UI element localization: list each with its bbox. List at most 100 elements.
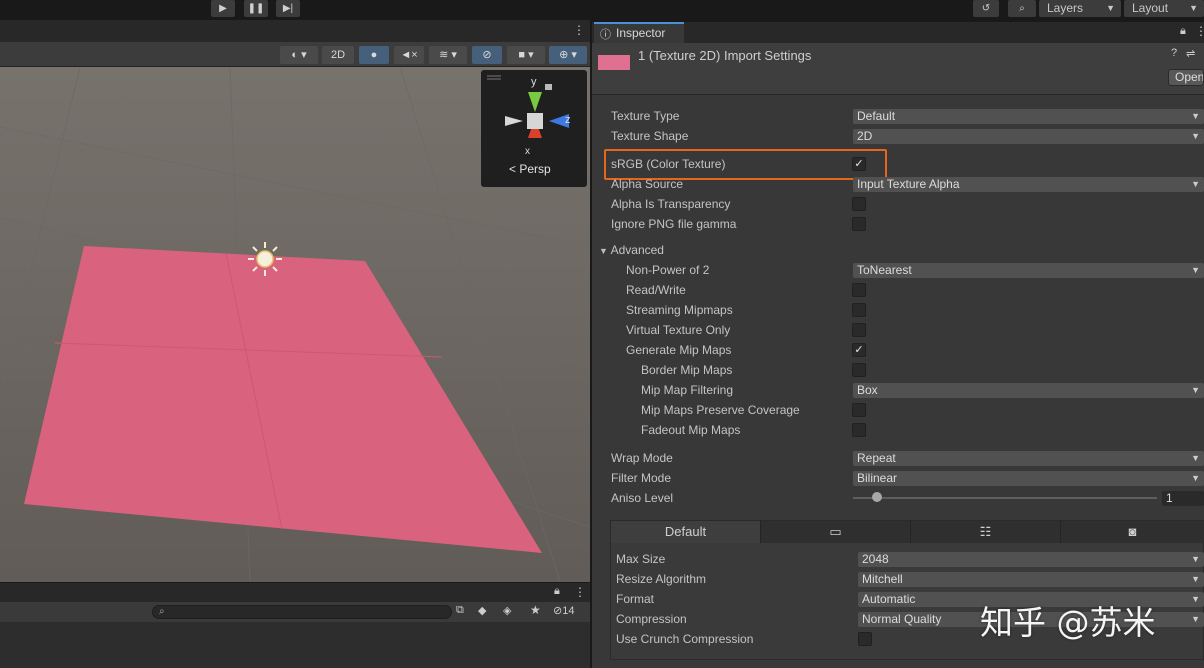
- lighting-toggle[interactable]: ●: [359, 46, 389, 64]
- preserve-coverage-checkbox[interactable]: [852, 403, 866, 417]
- more-icon[interactable]: ⋮: [573, 23, 585, 37]
- sun-icon: [248, 242, 282, 276]
- chevron-down-icon: ▼: [1191, 554, 1200, 564]
- chevron-down-icon: ▼: [1191, 453, 1200, 463]
- audio-toggle[interactable]: ◄×: [394, 46, 424, 64]
- advanced-foldout[interactable]: ▼ Advanced: [599, 243, 664, 257]
- shading-mode-dropdown[interactable]: ◐ ▾: [280, 46, 318, 64]
- more-icon[interactable]: ⋮: [1195, 24, 1204, 38]
- preset-icon[interactable]: ⇌: [1186, 47, 1195, 60]
- pause-icon: ❚❚: [247, 3, 265, 14]
- play-button[interactable]: ▶: [211, 0, 235, 17]
- format-label: Format: [616, 592, 655, 606]
- tab-android-platform[interactable]: ◙: [1061, 521, 1204, 543]
- alpha-transparency-label: Alpha Is Transparency: [611, 197, 731, 211]
- hidden-count-label: 14: [562, 605, 575, 617]
- lock-icon[interactable]: 🔒︎: [1180, 25, 1186, 38]
- more-icon[interactable]: ⋮: [574, 585, 586, 599]
- fadeout-mipmaps-checkbox[interactable]: [852, 423, 866, 437]
- tab-inspector-label: Inspector: [616, 26, 666, 40]
- effects-dropdown[interactable]: ≋ ▾: [429, 46, 467, 64]
- favorite-star-icon[interactable]: ★: [530, 603, 541, 617]
- border-mipmaps-label: Border Mip Maps: [641, 363, 733, 377]
- lock-icon[interactable]: 🔒︎: [554, 585, 560, 598]
- open-button[interactable]: Open: [1168, 69, 1204, 86]
- alpha-source-dropdown[interactable]: Input Texture Alpha ▼: [853, 177, 1204, 192]
- chevron-down-icon: ▼: [1191, 111, 1200, 121]
- project-search-input[interactable]: ⌕: [152, 605, 452, 619]
- texture-shape-value: 2D: [857, 129, 873, 143]
- texture-type-dropdown[interactable]: Default ▼: [853, 109, 1204, 124]
- tab-inspector[interactable]: ⓘ Inspector: [594, 22, 684, 43]
- history-button[interactable]: ↺: [973, 0, 999, 17]
- resize-algorithm-dropdown[interactable]: Mitchell ▼: [858, 572, 1204, 587]
- compression-label: Compression: [616, 612, 687, 626]
- chevron-down-icon: ▼: [1191, 179, 1200, 189]
- step-icon: ▶|: [282, 3, 294, 14]
- aniso-slider-handle[interactable]: [872, 492, 882, 502]
- project-content-area: [0, 622, 590, 668]
- android-icon: ◙: [1128, 524, 1137, 539]
- toggle-2d-button[interactable]: 2D: [322, 46, 354, 64]
- globe-icon: ⊕ ▾: [559, 49, 577, 61]
- orientation-gizmo[interactable]: y z x < Persp: [481, 70, 587, 187]
- mipmap-filtering-dropdown[interactable]: Box ▼: [853, 383, 1204, 398]
- type-filter-icon[interactable]: ◆: [478, 604, 486, 617]
- eye-off-icon: ⊘: [553, 605, 563, 617]
- filter-mode-dropdown[interactable]: Bilinear ▼: [853, 471, 1204, 486]
- label-filter-icon[interactable]: ◈: [503, 604, 511, 617]
- camera-dropdown[interactable]: ■ ▾: [507, 46, 545, 64]
- crunch-compression-label: Use Crunch Compression: [616, 632, 754, 646]
- play-icon: ▶: [219, 3, 227, 14]
- monitor-icon: ▭: [829, 524, 842, 539]
- hidden-count[interactable]: ⊘14: [553, 604, 574, 617]
- preserve-coverage-label: Mip Maps Preserve Coverage: [641, 403, 800, 417]
- chevron-down-icon: ▼: [1191, 574, 1200, 584]
- aniso-slider-track[interactable]: [853, 497, 1157, 499]
- format-value: Automatic: [862, 592, 916, 606]
- generate-mipmaps-checkbox[interactable]: ✓: [852, 343, 866, 357]
- resize-algorithm-value: Mitchell: [862, 572, 903, 586]
- alpha-source-label: Alpha Source: [611, 177, 684, 191]
- non-power-of-2-value: ToNearest: [857, 263, 912, 277]
- perspective-toggle[interactable]: < Persp: [509, 162, 551, 176]
- mute-icon: ◄×: [400, 49, 418, 61]
- visibility-toggle[interactable]: ⊘: [472, 46, 502, 64]
- alpha-source-value: Input Texture Alpha: [857, 177, 960, 191]
- tab-default-platform[interactable]: Default: [611, 521, 761, 543]
- max-size-value: 2048: [862, 552, 889, 566]
- tab-standalone-platform[interactable]: ▭: [761, 521, 911, 543]
- streaming-mipmaps-checkbox[interactable]: [852, 303, 866, 317]
- layers-dropdown[interactable]: Layers ▼: [1039, 0, 1121, 17]
- non-power-of-2-dropdown[interactable]: ToNearest ▼: [853, 263, 1204, 278]
- crunch-compression-checkbox[interactable]: [858, 632, 872, 646]
- chevron-down-icon: ▼: [1191, 594, 1200, 604]
- filter-search-icon[interactable]: ⧉: [456, 604, 464, 617]
- srgb-checkbox[interactable]: ✓: [852, 157, 866, 171]
- search-button[interactable]: ⌕: [1008, 0, 1036, 17]
- chevron-down-icon: ▼: [1191, 385, 1200, 395]
- read-write-checkbox[interactable]: [852, 283, 866, 297]
- project-tab-bar: 🔒︎ ⋮: [0, 582, 590, 602]
- help-icon[interactable]: ?: [1171, 47, 1177, 59]
- max-size-dropdown[interactable]: 2048 ▼: [858, 552, 1204, 567]
- aniso-level-value: 1: [1166, 491, 1173, 505]
- layout-dropdown[interactable]: Layout ▼: [1124, 0, 1204, 17]
- step-button[interactable]: ▶|: [276, 0, 300, 17]
- gizmos-dropdown[interactable]: ⊕ ▾: [549, 46, 587, 64]
- watermark: 知乎 @苏米: [980, 603, 1156, 642]
- camera-icon: ■ ▾: [518, 49, 534, 61]
- texture-shape-dropdown[interactable]: 2D ▼: [853, 129, 1204, 144]
- srgb-label: sRGB (Color Texture): [611, 157, 726, 171]
- wrap-mode-dropdown[interactable]: Repeat ▼: [853, 451, 1204, 466]
- aniso-level-input[interactable]: 1: [1162, 491, 1204, 506]
- foldout-arrow-icon: ▼: [599, 246, 608, 256]
- border-mipmaps-checkbox[interactable]: [852, 363, 866, 377]
- tab-server-platform[interactable]: ☷: [911, 521, 1061, 543]
- ignore-png-gamma-checkbox[interactable]: [852, 217, 866, 231]
- alpha-transparency-checkbox[interactable]: [852, 197, 866, 211]
- server-icon: ☷: [979, 524, 992, 539]
- virtual-texture-checkbox[interactable]: [852, 323, 866, 337]
- pause-button[interactable]: ❚❚: [244, 0, 268, 17]
- search-icon: ⌕: [159, 606, 165, 617]
